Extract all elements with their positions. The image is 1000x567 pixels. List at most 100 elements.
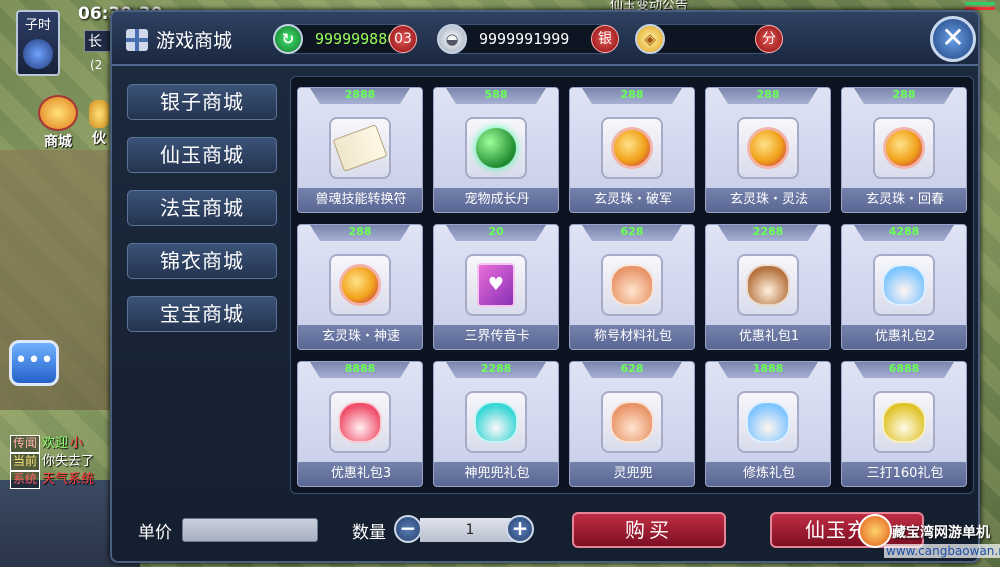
shop-window: 游戏商城 ↻ 999999880 03 ◒ 9999991999 银 ◈ 分 ✕ [110,10,980,563]
item-card[interactable]: 288 玄灵珠・神速 [297,224,423,350]
mall-button[interactable]: 商城 [30,95,86,153]
chat-channel-tag: 当前 [10,453,41,471]
tab-costume-mall[interactable]: 锦衣商城 [127,243,277,279]
currency-points: ◈ 分 [635,24,783,54]
quantity-increase-button[interactable]: + [506,515,534,543]
item-card[interactable]: 288 玄灵珠・破军 [569,87,695,213]
gift-bag-icon [746,401,790,443]
chat-message: 你失去了 [42,454,95,469]
item-price: 288 [854,88,954,104]
item-name: 玄灵珠・破军 [570,188,694,212]
tab-xianyu-mall[interactable]: 仙玉商城 [127,137,277,173]
shop-title-text: 游戏商城 [156,30,233,52]
tab-treasure-mall[interactable]: 法宝商城 [127,190,277,226]
close-button[interactable]: ✕ [930,16,976,62]
item-card[interactable]: 20 ♥ 三界传音卡 [433,224,559,350]
item-icon-frame [329,117,391,179]
time-period-badge[interactable]: 子时 [16,10,60,76]
gift-bag-icon [882,264,926,306]
tab-silver-mall[interactable]: 银子商城 [127,84,277,120]
chat-log[interactable]: 传闻 欢迎 小 当前 你失去了 系统 天气系统 [10,435,114,489]
quantity-decrease-button[interactable]: − [394,515,422,543]
partner-label: 伙 [92,131,106,147]
shop-header: 游戏商城 ↻ 999999880 03 ◒ 9999991999 银 ◈ 分 ✕ [112,12,978,66]
item-name: 兽魂技能转换符 [298,188,422,212]
pearl-icon [883,127,925,169]
hp-bar [965,2,995,5]
item-icon-frame [465,117,527,179]
item-name: 修炼礼包 [706,462,830,486]
partner-icon [89,100,109,128]
item-price: 8888 [310,362,410,378]
item-card[interactable]: 288 玄灵珠・灵法 [705,87,831,213]
chat-button[interactable]: ••• [9,340,59,386]
site-watermark: 藏宝湾网游单机 www.cangbaowan.net [858,508,1000,564]
item-icon-frame [873,254,935,316]
item-card[interactable]: 8888 优惠礼包3 [297,361,423,487]
item-card[interactable]: 288 玄灵珠・回春 [841,87,967,213]
item-card[interactable]: 628 灵兜兜 [569,361,695,487]
silver-ingot-icon: ◒ [437,24,467,54]
time-period-label: 子时 [24,18,51,33]
item-name: 优惠礼包1 [706,325,830,349]
quantity-field[interactable]: 1 [420,518,520,542]
pearl-icon [611,127,653,169]
currency-badge[interactable]: 银 [591,25,619,53]
item-price: 2288 [446,362,546,378]
item-name: 玄灵珠・回春 [842,188,966,212]
currency-badge[interactable]: 03 [389,25,417,53]
item-price: 288 [582,88,682,104]
item-name: 三打160礼包 [842,462,966,486]
pearl-icon [339,264,381,306]
mall-label: 商城 [44,134,72,150]
green-pill-icon [476,128,516,168]
item-card[interactable]: 2888 兽魂技能转换符 [297,87,423,213]
item-name: 宠物成长丹 [434,188,558,212]
item-name: 称号材料礼包 [570,325,694,349]
item-price: 6888 [854,362,954,378]
gift-bag-icon [474,401,518,443]
partner-button[interactable]: 伙 [88,100,110,154]
chat-bubble-icon: ••• [14,348,54,373]
item-price: 288 [718,88,818,104]
item-icon-frame [601,391,663,453]
item-icon-frame [737,117,799,179]
item-card[interactable]: 2288 神兜兜礼包 [433,361,559,487]
item-icon-frame [737,254,799,316]
item-card[interactable]: 6888 三打160礼包 [841,361,967,487]
item-card[interactable]: 588 宠物成长丹 [433,87,559,213]
currency-badge[interactable]: 分 [755,25,783,53]
item-card[interactable]: 628 称号材料礼包 [569,224,695,350]
item-icon-frame [329,254,391,316]
watermark-text: 藏宝湾网游单机 [892,525,990,541]
item-card[interactable]: 2288 优惠礼包1 [705,224,831,350]
gift-bag-icon [610,264,654,306]
item-card[interactable]: 4288 优惠礼包2 [841,224,967,350]
chat-channel-tag: 传闻 [10,435,41,453]
gift-box-icon [126,28,148,51]
chat-message: 天气系统 [42,472,95,487]
gift-bag-icon [338,401,382,443]
item-name: 灵兜兜 [570,462,694,486]
gift-bag-icon [610,401,654,443]
item-price: 4288 [854,225,954,241]
scroll-icon [332,124,388,172]
chat-channel-tag: 系统 [10,471,41,489]
item-icon-frame: ♥ [465,254,527,316]
item-icon-frame [873,391,935,453]
item-price: 628 [582,362,682,378]
item-grid: 2888 兽魂技能转换符 588 宠物成长丹 288 玄灵珠・破军 288 玄灵… [290,76,974,494]
chat-line: 传闻 欢迎 小 [10,435,114,453]
currency-value: 999999880 [315,30,397,48]
tab-pet-mall[interactable]: 宝宝商城 [127,296,277,332]
item-name: 神兜兜礼包 [434,462,558,486]
item-price: 288 [310,225,410,241]
gift-bag-icon [882,401,926,443]
points-card-icon: ◈ [635,24,665,54]
item-card[interactable]: 1888 修炼礼包 [705,361,831,487]
buy-button[interactable]: 购买 [572,512,726,548]
mall-icon [38,95,78,131]
shop-title: 游戏商城 [126,26,232,53]
item-name: 优惠礼包2 [842,325,966,349]
unit-price-label: 单价 [138,523,172,543]
